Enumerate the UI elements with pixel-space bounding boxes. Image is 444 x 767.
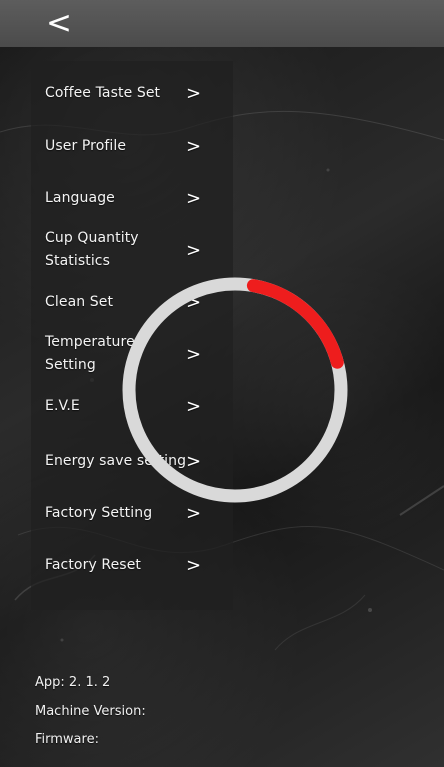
menu-item-user-profile[interactable]: User Profile > <box>45 135 215 158</box>
menu-item-factory-setting[interactable]: Factory Setting > <box>45 502 215 525</box>
menu-item-label: Factory Reset <box>45 557 141 573</box>
chevron-right-icon: > <box>186 240 202 261</box>
app-version-info: App: 2. 1. 2 <box>35 674 110 692</box>
firmware-label: Firmware: <box>35 732 99 747</box>
machine-version-label: Machine Version: <box>35 704 146 719</box>
menu-item-coffee-taste-set[interactable]: Coffee Taste Set > <box>45 82 215 105</box>
chevron-right-icon: > <box>186 503 202 524</box>
menu-item-label: Language <box>45 190 115 206</box>
menu-item-label: Factory Setting <box>45 505 153 521</box>
firmware-info: Firmware: <box>35 731 99 749</box>
chevron-right-icon: > <box>186 188 202 209</box>
back-icon: < <box>46 4 72 41</box>
chevron-right-icon: > <box>186 83 202 104</box>
back-button[interactable]: < <box>38 6 80 40</box>
menu-item-label: User Profile <box>45 138 127 154</box>
menu-item-cup-quantity-statistics[interactable]: Cup Quantity Statistics > <box>45 227 215 273</box>
chevron-right-icon: > <box>186 136 202 157</box>
chevron-right-icon: > <box>186 555 202 576</box>
app-version-label: App: <box>35 675 65 690</box>
menu-item-label: Coffee Taste Set <box>45 85 161 101</box>
menu-item-language[interactable]: Language > <box>45 187 215 210</box>
loading-ring <box>122 277 348 503</box>
machine-version-info: Machine Version: <box>35 703 146 721</box>
app-version-value: 2. 1. 2 <box>68 675 111 690</box>
coffee-machine-settings-screen: < Coffee Taste Set > User Profile > Lang… <box>0 0 444 767</box>
menu-item-label: Cup Quantity Statistics <box>45 230 139 269</box>
menu-item-factory-reset[interactable]: Factory Reset > <box>45 554 215 577</box>
loading-ring-progress <box>122 277 348 503</box>
top-navigation-bar: < <box>0 0 444 47</box>
